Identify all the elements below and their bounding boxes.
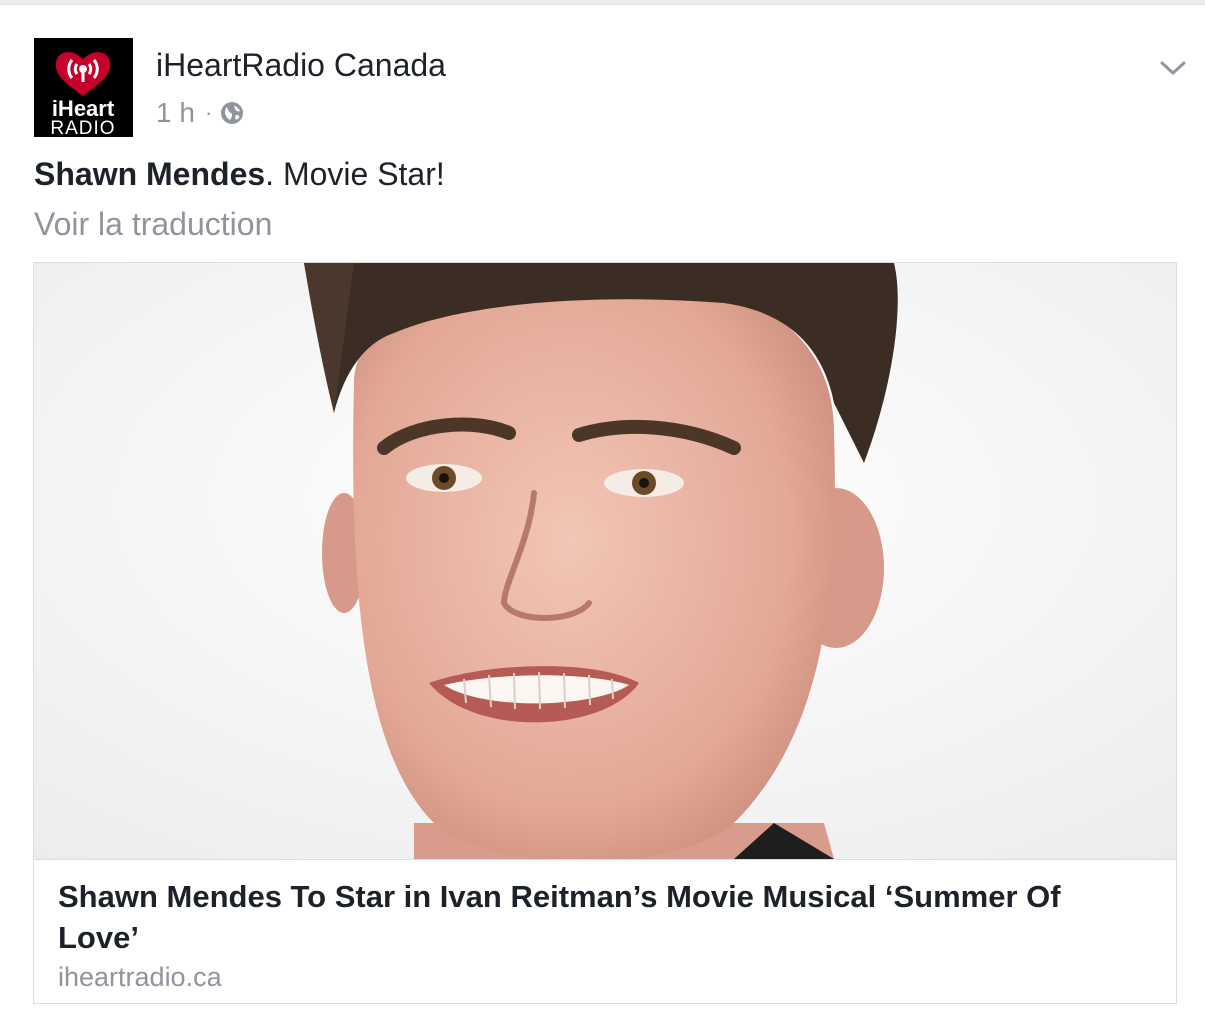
meta-separator: · xyxy=(204,100,213,125)
link-preview-info[interactable]: Shawn Mendes To Star in Ivan Reitman’s M… xyxy=(34,859,1176,1003)
post-message-text: . Movie Star! xyxy=(265,156,445,192)
post-meta: 1 h · xyxy=(156,95,244,131)
post-card: iHeart RADIO iHeartRadio Canada 1 h · Sh… xyxy=(0,4,1205,1015)
page-avatar[interactable]: iHeart RADIO xyxy=(34,38,133,137)
post-message: Shawn Mendes. Movie Star! xyxy=(34,153,445,195)
link-preview-card[interactable]: Shawn Mendes To Star in Ivan Reitman’s M… xyxy=(33,262,1177,1004)
translate-link[interactable]: Voir la traduction xyxy=(34,203,272,245)
chevron-down-icon[interactable] xyxy=(1158,57,1188,79)
globe-icon[interactable] xyxy=(220,101,244,125)
mention-link[interactable]: Shawn Mendes xyxy=(34,156,265,192)
post-timestamp[interactable]: 1 h xyxy=(156,97,195,129)
link-title[interactable]: Shawn Mendes To Star in Ivan Reitman’s M… xyxy=(58,876,1098,958)
link-preview-image[interactable] xyxy=(34,263,1176,859)
link-domain: iheartradio.ca xyxy=(58,962,222,992)
page-name-link[interactable]: iHeartRadio Canada xyxy=(156,45,446,85)
avatar-logo-subtext: RADIO xyxy=(50,118,115,137)
